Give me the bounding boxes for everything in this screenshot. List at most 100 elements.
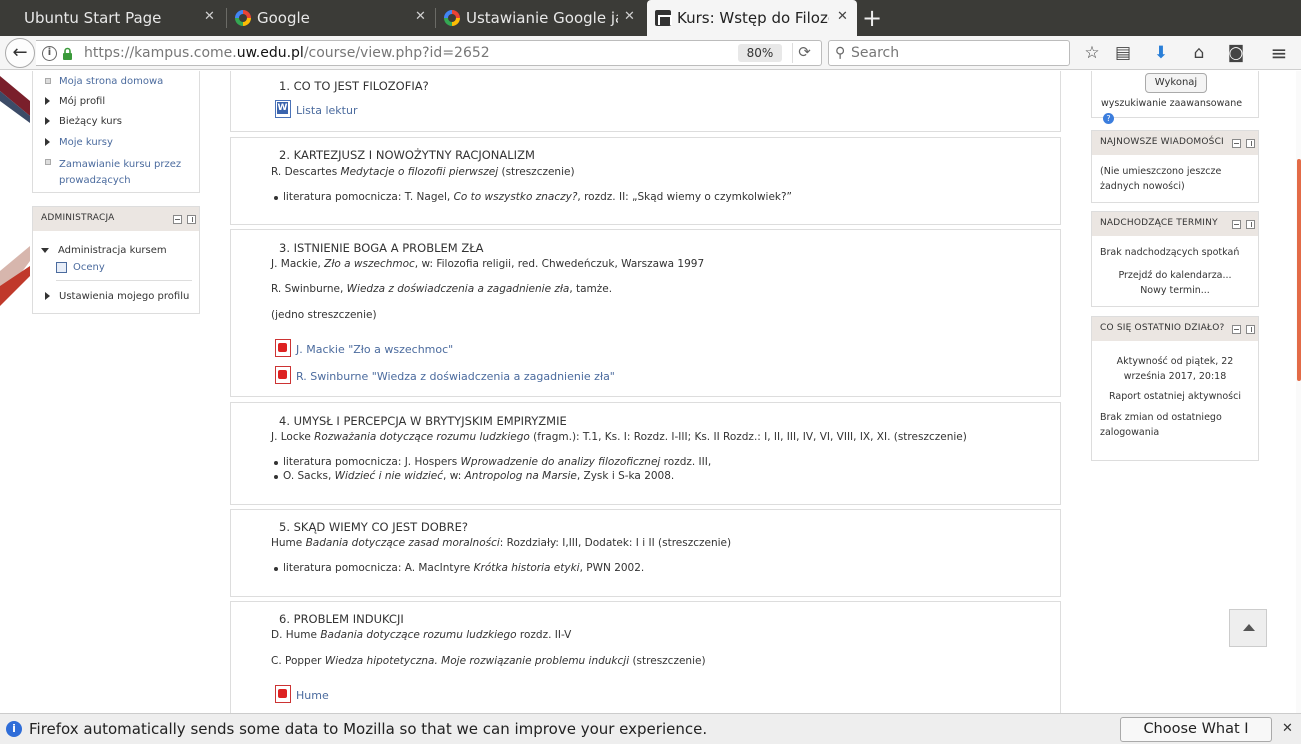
dock-block-icon[interactable]	[1246, 220, 1255, 229]
bookmark-star-icon[interactable]: ☆	[1081, 42, 1103, 64]
administration-block: ADMINISTRACJA Administracja kursem Oceny…	[32, 206, 200, 314]
reading-text: D. Hume Badania dotyczące rozumu ludzkie…	[271, 629, 572, 641]
no-changes-text: Brak zmian od ostatniego zalogowania	[1100, 412, 1222, 438]
navigation-bar: ← i https://kampus.come.uw.edu.pl/course…	[0, 36, 1301, 70]
reading-note: (jedno streszczenie)	[271, 309, 377, 321]
minimize-block-icon[interactable]	[173, 215, 182, 224]
section-title: 2. KARTEZJUSZ I NOWOŻYTNY RACJONALIZM	[279, 148, 535, 162]
tab-title: Ustawianie Google jak	[466, 9, 618, 27]
minimize-block-icon[interactable]	[1232, 139, 1241, 148]
url-bar[interactable]: i https://kampus.come.uw.edu.pl/course/v…	[36, 40, 822, 66]
zoom-level-badge[interactable]: 80%	[738, 44, 782, 62]
expand-icon	[45, 97, 50, 105]
section-title: 3. ISTNIENIE BOGA A PROBLEM ZŁA	[279, 241, 484, 255]
section-title: 5. SKĄD WIEMY CO JEST DOBRE?	[279, 520, 469, 534]
advanced-search-link[interactable]: wyszukiwanie zaawansowane ?	[1101, 96, 1258, 126]
recent-activity-block: CO SIĘ OSTATNIO DZIAŁO? Aktywność od pią…	[1091, 316, 1259, 461]
new-event-link[interactable]: Nowy termin...	[1092, 283, 1258, 298]
tab-title: Google	[257, 9, 310, 27]
tab-bar: Ubuntu Start Page ✕ Google ✕ Ustawianie …	[0, 0, 1301, 36]
navigation-block: Moja strona domowa Mój profil Bieżący ku…	[32, 71, 200, 193]
close-icon[interactable]: ✕	[204, 9, 215, 24]
help-icon[interactable]: ?	[1103, 113, 1114, 124]
profile-settings-item[interactable]: Ustawienia mojego profilu	[45, 291, 189, 302]
google-icon	[444, 10, 460, 26]
nav-item-my-courses[interactable]: Moje kursy	[45, 137, 113, 148]
close-icon[interactable]: ✕	[624, 9, 635, 24]
no-news-text: (Nie umieszczono jeszcze żadnych nowości…	[1100, 166, 1222, 192]
grades-icon	[56, 262, 67, 273]
search-submit-button[interactable]: Wykonaj	[1145, 73, 1207, 93]
dock-block-icon[interactable]	[1246, 325, 1255, 334]
pocket-icon[interactable]: ◙	[1225, 42, 1247, 64]
reading-text: R. Descartes Medytacje o filozofii pierw…	[271, 166, 575, 178]
reading-text: Hume Badania dotyczące zasad moralności:…	[271, 537, 732, 549]
section-title: 6. PROBLEM INDUKCJI	[279, 612, 404, 626]
course-section-1: 1. CO TO JEST FILOZOFIA? Lista lektur	[230, 71, 1061, 132]
back-button[interactable]: ←	[5, 38, 35, 68]
scroll-to-top-button[interactable]	[1229, 609, 1267, 647]
pdf-icon	[275, 366, 291, 384]
theme-decoration	[0, 76, 30, 306]
resource-hume-pdf[interactable]: Hume	[275, 685, 329, 703]
tab-google[interactable]: Google ✕	[227, 0, 435, 36]
expand-icon	[45, 138, 50, 146]
resource-swinburne-pdf[interactable]: R. Swinburne "Wiedza z doświadczenia a z…	[275, 366, 615, 384]
home-icon[interactable]: ⌂	[1188, 42, 1210, 64]
dock-block-icon[interactable]	[1246, 139, 1255, 148]
resource-reading-list[interactable]: Lista lektur	[275, 100, 357, 118]
upcoming-events-header: NADCHODZĄCE TERMINY	[1092, 212, 1258, 236]
reload-icon[interactable]: ⟳	[792, 43, 816, 63]
bullet	[45, 159, 51, 165]
menu-icon[interactable]: ≡	[1268, 42, 1290, 64]
grades-item[interactable]: Oceny	[56, 262, 105, 273]
nav-item-home[interactable]: Moja strona domowa	[45, 76, 163, 87]
activity-since-text: Aktywność od piątek, 22 września 2017, 2…	[1116, 356, 1234, 382]
course-section-3: 3. ISTNIENIE BOGA A PROBLEM ZŁA J. Macki…	[230, 229, 1061, 397]
choose-what-i-share-button[interactable]: Choose What I Share	[1120, 717, 1272, 742]
pdf-icon	[275, 685, 291, 703]
tab-ubuntu-start-page[interactable]: Ubuntu Start Page ✕	[0, 0, 226, 36]
activity-report-link[interactable]: Raport ostatniej aktywności	[1092, 389, 1258, 404]
course-section-5: 5. SKĄD WIEMY CO JEST DOBRE? Hume Badani…	[230, 509, 1061, 597]
upcoming-events-block: NADCHODZĄCE TERMINY Brak nadchodzących s…	[1091, 211, 1259, 307]
info-icon: i	[6, 721, 22, 737]
downloads-icon[interactable]: ⬇	[1150, 42, 1172, 64]
search-icon: ⚲	[835, 45, 846, 61]
expand-icon	[45, 292, 50, 300]
search-bar[interactable]: ⚲	[828, 40, 1070, 66]
tab-title: Ubuntu Start Page	[24, 9, 162, 27]
reading-bullet: O. Sacks, Widzieć i nie widzieć, w: Antr…	[273, 470, 675, 482]
resource-mackie-pdf[interactable]: J. Mackie "Zło a wszechmoc"	[275, 339, 453, 357]
url-text[interactable]: https://kampus.come.uw.edu.pl/course/vie…	[84, 45, 490, 61]
scrollbar-thumb[interactable]	[1297, 159, 1301, 381]
nav-item-course-order[interactable]: Zamawianie kursu przez prowadzących	[45, 157, 181, 189]
reading-list-icon[interactable]: ▤	[1112, 42, 1134, 64]
moodle-icon	[655, 10, 672, 26]
close-icon[interactable]: ✕	[415, 9, 426, 24]
course-section-6: 6. PROBLEM INDUKCJI D. Hume Badania doty…	[230, 601, 1061, 713]
close-icon[interactable]: ✕	[1282, 721, 1293, 736]
course-administration-item[interactable]: Administracja kursem	[41, 245, 167, 256]
go-to-calendar-link[interactable]: Przejdź do kalendarza...	[1092, 268, 1258, 283]
bullet	[45, 78, 51, 84]
no-events-text: Brak nadchodzących spotkań	[1100, 247, 1240, 258]
expand-icon	[45, 117, 50, 125]
collapse-icon	[41, 248, 49, 253]
reading-bullet: literatura pomocnicza: J. Hospers Wprowa…	[273, 456, 712, 468]
close-icon[interactable]: ✕	[837, 9, 848, 24]
search-input[interactable]	[851, 43, 1061, 63]
nav-item-profile[interactable]: Mój profil	[45, 96, 105, 107]
new-tab-button[interactable]: +	[862, 4, 882, 32]
minimize-block-icon[interactable]	[1232, 220, 1241, 229]
divider	[56, 280, 192, 281]
minimize-block-icon[interactable]	[1232, 325, 1241, 334]
reading-bullet: literatura pomocnicza: T. Nagel, Co to w…	[273, 191, 793, 203]
latest-news-header: NAJNOWSZE WIADOMOŚCI	[1092, 131, 1258, 155]
section-title: 4. UMYSŁ I PERCEPCJA W BRYTYJSKIM EMPIRY…	[279, 414, 567, 428]
tab-google-settings[interactable]: Ustawianie Google jak ✕	[436, 0, 644, 36]
info-icon[interactable]: i	[42, 46, 57, 61]
dock-block-icon[interactable]	[187, 215, 196, 224]
tab-course-active[interactable]: Kurs: Wstęp do Filozof ✕	[647, 0, 857, 36]
nav-item-current-course[interactable]: Bieżący kurs	[45, 116, 122, 127]
